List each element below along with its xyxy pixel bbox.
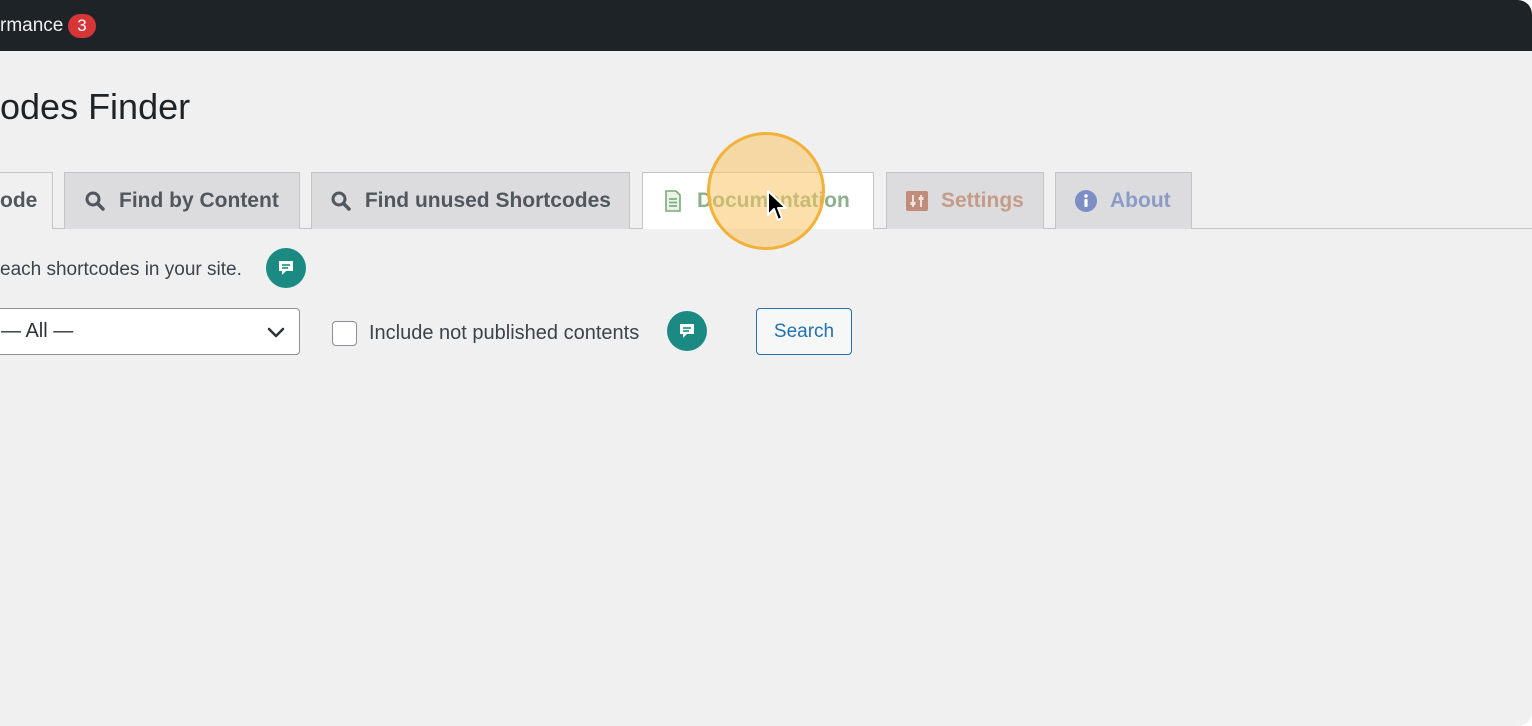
tab-find-unused-shortcodes[interactable]: Find unused Shortcodes (311, 172, 630, 229)
page-title: odes Finder (0, 86, 191, 127)
tab-label: Find unused Shortcodes (364, 189, 611, 212)
search-icon (330, 189, 353, 213)
admin-bar-item-performance[interactable]: rmance (0, 14, 63, 38)
notification-badge: 3 (68, 14, 96, 38)
chevron-down-icon (265, 321, 287, 343)
tab-label: ode (0, 189, 38, 212)
tab-label: About (1110, 189, 1171, 212)
post-type-select[interactable]: — All — (0, 308, 300, 355)
admin-bar: rmance 3 (0, 0, 1532, 51)
info-icon (1074, 189, 1098, 213)
tab-about[interactable]: About (1055, 172, 1192, 229)
tab-find-shortcode[interactable]: ode (0, 172, 53, 229)
tab-label: Settings (941, 189, 1024, 212)
page-description: each shortcodes in your site. (0, 259, 242, 280)
include-unpublished-checkbox[interactable] (332, 321, 357, 346)
tab-label: Documentation (697, 189, 850, 212)
search-icon (83, 189, 107, 213)
app-window: rmance 3 odes Finder ode Find by Content… (0, 0, 1532, 726)
select-value: — All — (1, 320, 74, 342)
tab-documentation[interactable]: Documentation (642, 172, 874, 229)
tab-label: Find by Content (119, 189, 279, 212)
help-tooltip-icon[interactable] (266, 248, 306, 288)
document-icon (661, 189, 685, 213)
include-unpublished-label[interactable]: Include not published contents (369, 321, 639, 346)
settings-icon (905, 189, 929, 213)
search-button[interactable]: Search (756, 308, 852, 355)
help-tooltip-icon[interactable] (667, 311, 707, 351)
tab-find-by-content[interactable]: Find by Content (64, 172, 300, 229)
tab-settings[interactable]: Settings (886, 172, 1044, 229)
